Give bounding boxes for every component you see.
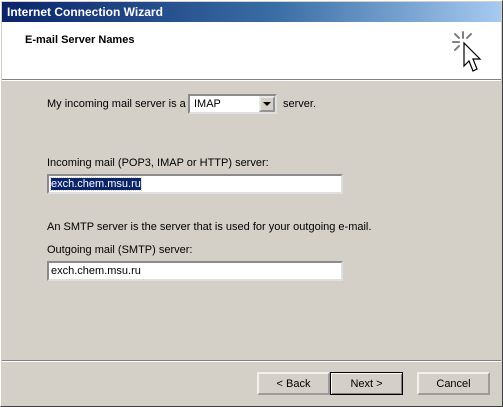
smtp-note-text: An SMTP server is the server that is use… — [47, 221, 372, 233]
incoming-server-input[interactable]: exch.chem.msu.ru — [47, 174, 343, 194]
incoming-type-prefix-label: My incoming mail server is a — [47, 98, 186, 110]
back-button[interactable]: < Back — [257, 372, 330, 395]
incoming-server-type-value: IMAP — [194, 98, 221, 110]
next-button[interactable]: Next > — [330, 372, 403, 395]
wizard-sparkle-cursor-icon — [452, 31, 482, 72]
cancel-button-label: Cancel — [436, 377, 471, 390]
title-bar[interactable]: Internet Connection Wizard — [2, 2, 501, 22]
header-separator — [2, 80, 501, 81]
next-button-label: Next > — [350, 377, 383, 390]
window-title: Internet Connection Wizard — [7, 5, 163, 19]
wizard-window: Internet Connection Wizard E-mail Server… — [0, 0, 503, 407]
outgoing-server-label: Outgoing mail (SMTP) server: — [47, 244, 193, 256]
incoming-server-type-dropdown[interactable]: IMAP — [188, 94, 277, 114]
incoming-server-value: exch.chem.msu.ru — [50, 177, 142, 191]
page-title: E-mail Server Names — [25, 34, 135, 46]
incoming-type-suffix-label: server. — [283, 98, 317, 110]
incoming-server-label: Incoming mail (POP3, IMAP or HTTP) serve… — [47, 157, 269, 169]
footer-separator-highlight — [2, 361, 501, 362]
outgoing-server-value: exch.chem.msu.ru — [51, 265, 141, 277]
outgoing-server-input[interactable]: exch.chem.msu.ru — [47, 261, 343, 281]
cancel-button[interactable]: Cancel — [417, 372, 490, 395]
back-button-label: < Back — [276, 377, 311, 390]
chevron-down-icon[interactable] — [259, 96, 275, 112]
header-panel: E-mail Server Names — [2, 22, 501, 80]
